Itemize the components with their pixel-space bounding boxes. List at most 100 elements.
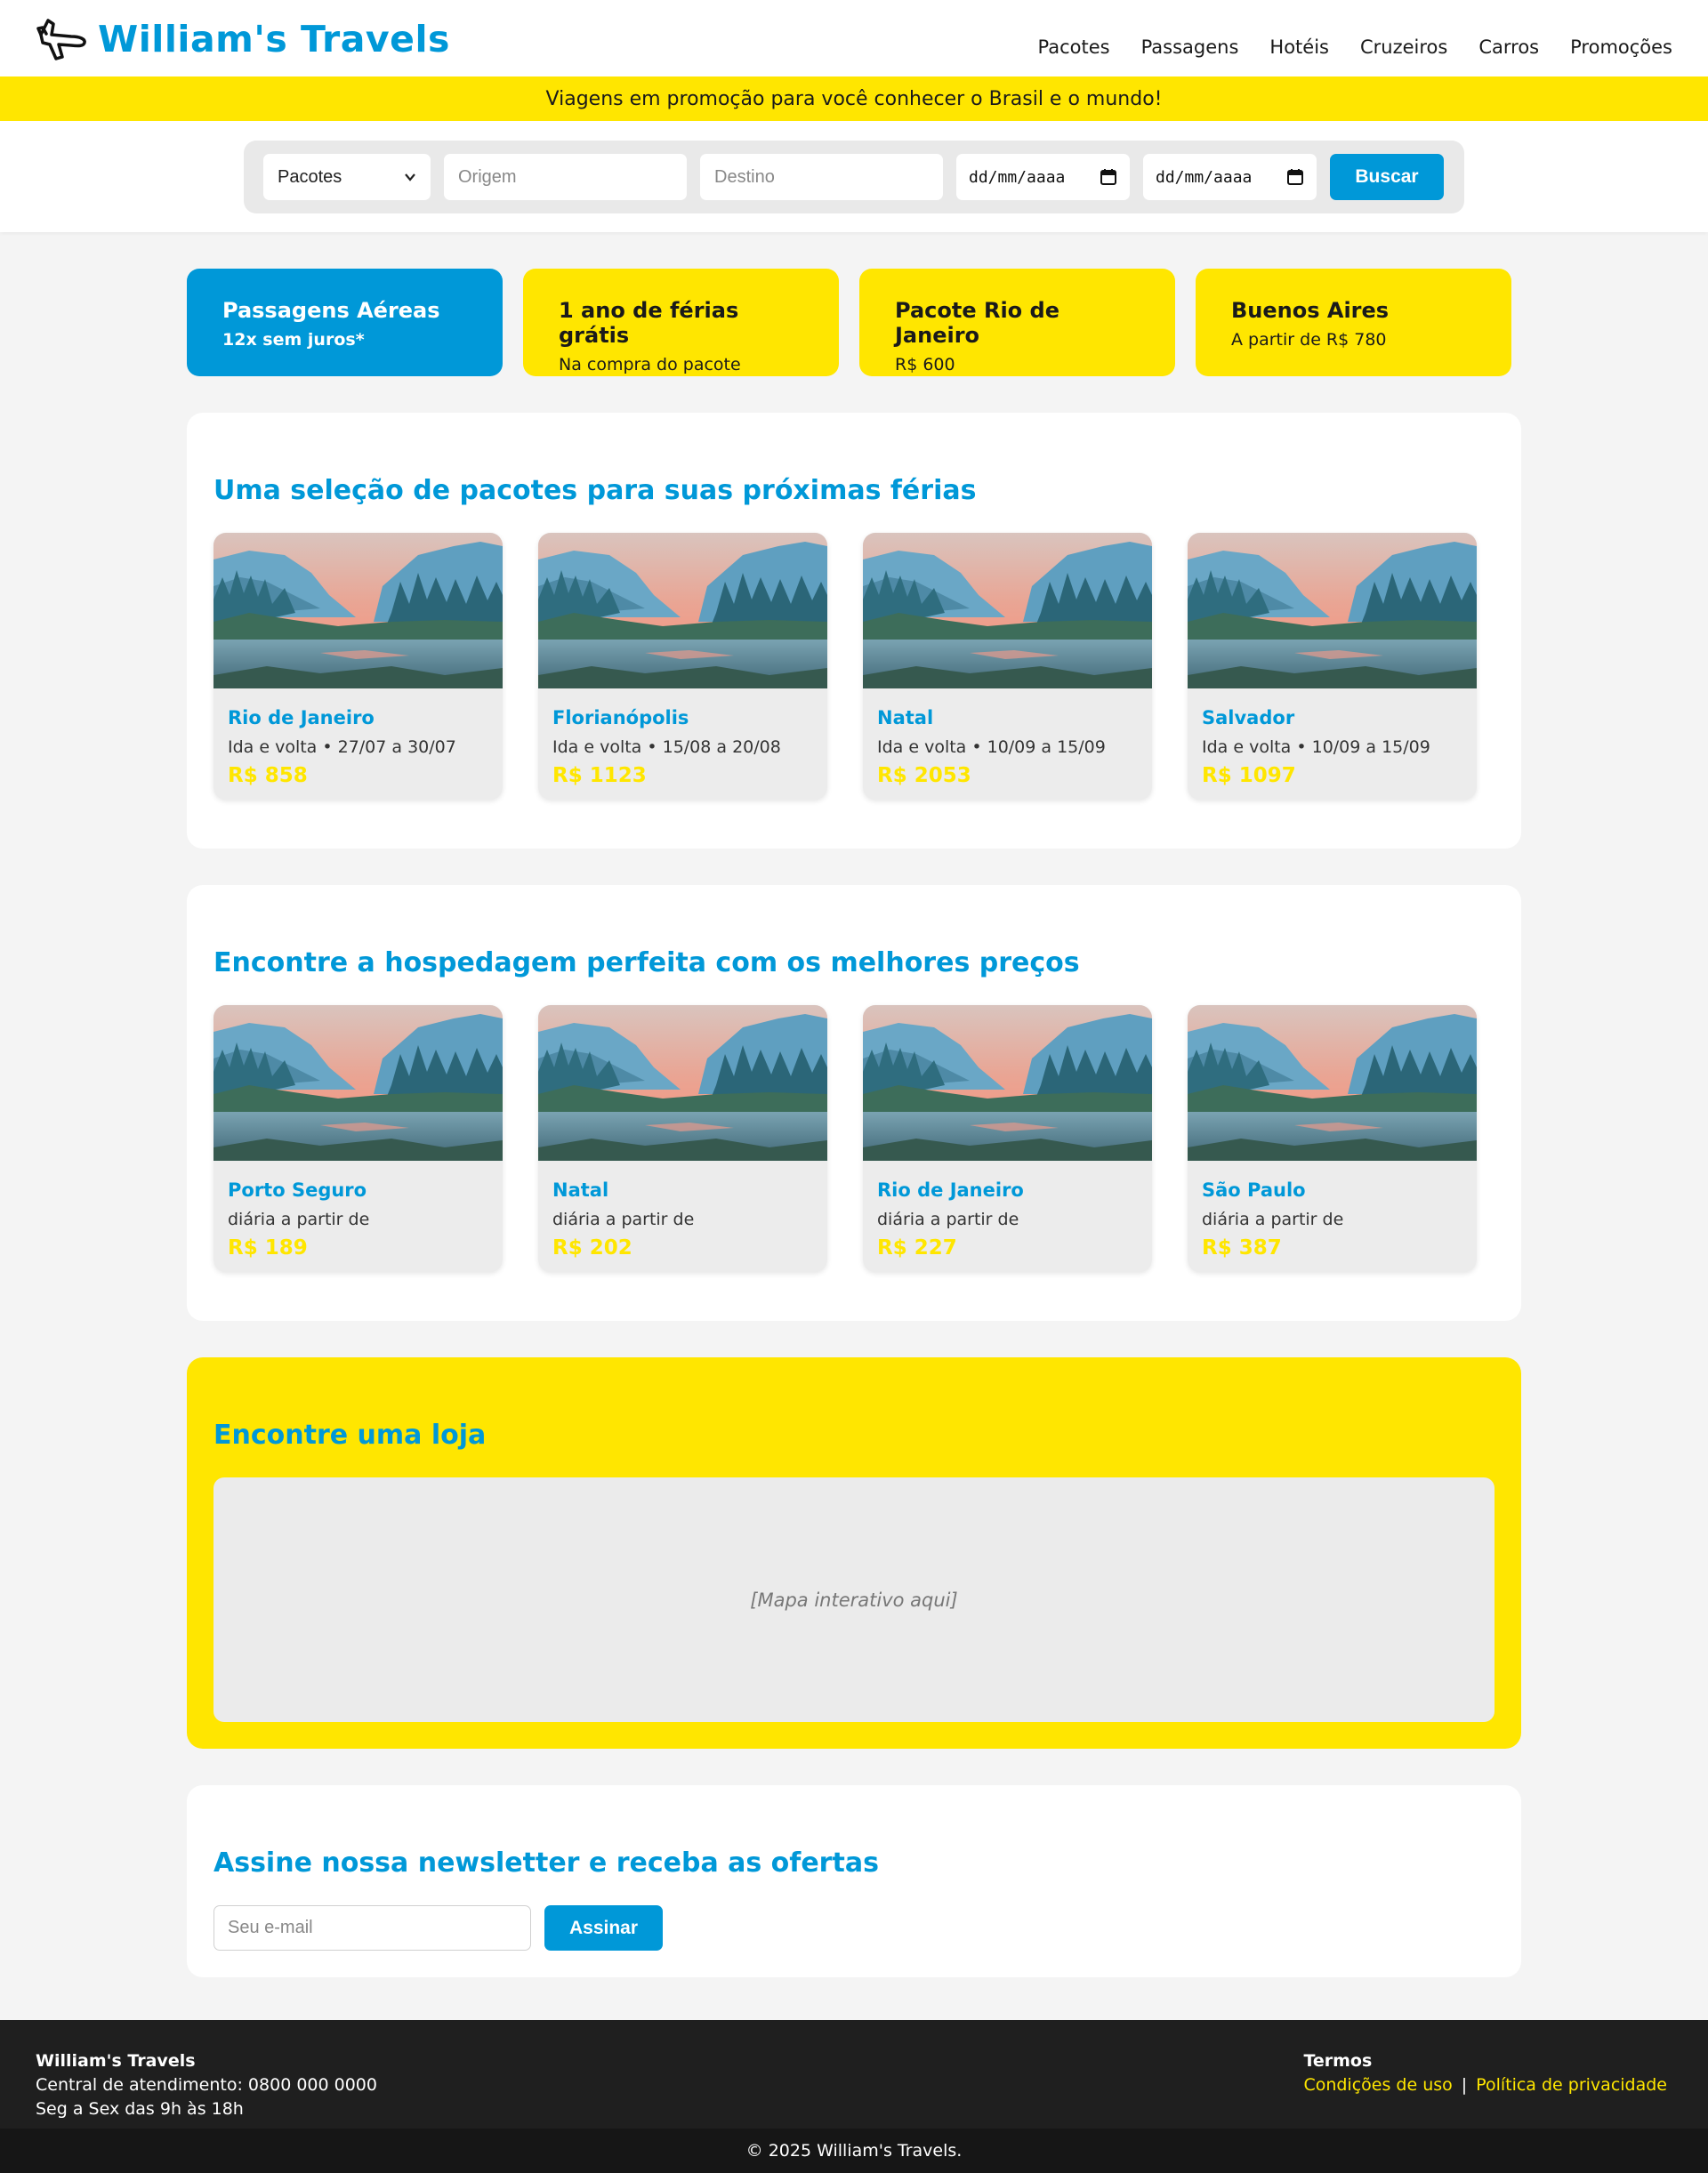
nav-item-carros[interactable]: Carros <box>1478 36 1539 58</box>
trip-type-select[interactable]: Pacotes <box>263 154 431 200</box>
email-placeholder: Seu e-mail <box>228 1918 313 1937</box>
packages-list: Rio de Janeiro Ida e volta • 27/07 a 30/… <box>214 533 1494 800</box>
highlight-card-rio-package[interactable]: Pacote Rio de Janeiro R$ 600 <box>859 269 1175 376</box>
search-form: Pacotes Origem Destino dd/mm/aaaa dd/mm/… <box>244 141 1464 213</box>
landscape-photo <box>863 1005 1152 1161</box>
footer-hours: Seg a Sex das 9h às 18h <box>36 2099 244 2119</box>
footer-terms: Termos Condições de uso | Política de pr… <box>1303 2049 1672 2129</box>
departure-date-placeholder: dd/mm/aaaa <box>969 167 1066 187</box>
package-card[interactable]: Salvador Ida e volta • 10/09 a 15/09 R$ … <box>1188 533 1477 800</box>
nav-item-cruzeiros[interactable]: Cruzeiros <box>1360 36 1447 58</box>
hotel-details: diária a partir de <box>228 1210 370 1229</box>
terms-of-use-link[interactable]: Condições de uso <box>1303 2073 1452 2097</box>
destination-input[interactable]: Destino <box>700 154 943 200</box>
copyright: © 2025 William's Travels. <box>0 2129 1708 2173</box>
landscape-photo <box>1188 1005 1477 1161</box>
highlight-card-free-vacation[interactable]: 1 ano de férias grátis Na compra do paco… <box>523 269 839 376</box>
origin-input[interactable]: Origem <box>444 154 687 200</box>
newsletter-form: Seu e-mail Assinar <box>214 1905 1494 1951</box>
package-card[interactable]: Florianópolis Ida e volta • 15/08 a 20/0… <box>538 533 827 800</box>
privacy-policy-link[interactable]: Política de privacidade <box>1476 2073 1667 2097</box>
package-price: R$ 2053 <box>877 764 971 787</box>
footer-phone: Central de atendimento: 0800 000 0000 <box>36 2075 377 2095</box>
highlight-card-flights[interactable]: Passagens Aéreas 12x sem juros* <box>187 269 503 376</box>
highlight-subtitle: Na compra do pacote <box>559 355 741 374</box>
newsletter-heading: Assine nossa newsletter e receba as ofer… <box>214 1847 879 1879</box>
calendar-icon[interactable] <box>1100 168 1117 186</box>
package-city: Natal <box>877 707 934 728</box>
highlight-card-buenos-aires[interactable]: Buenos Aires A partir de R$ 780 <box>1196 269 1511 376</box>
highlights-row: Passagens Aéreas 12x sem juros* 1 ano de… <box>187 269 1521 376</box>
return-date-input[interactable]: dd/mm/aaaa <box>1143 154 1317 200</box>
hotel-city: Rio de Janeiro <box>877 1179 1024 1201</box>
highlight-title: Passagens Aéreas <box>222 298 440 323</box>
packages-heading: Uma seleção de pacotes para suas próxima… <box>214 475 977 506</box>
footer-brand: William's Travels <box>36 2051 196 2071</box>
package-card[interactable]: Natal Ida e volta • 10/09 a 15/09 R$ 205… <box>863 533 1152 800</box>
main-content: Passagens Aéreas 12x sem juros* 1 ano de… <box>187 232 1521 1977</box>
package-city: Florianópolis <box>552 707 689 728</box>
store-map[interactable]: [Mapa interativo aqui] <box>214 1477 1494 1722</box>
highlight-title: 1 ano de férias grátis <box>559 298 739 348</box>
landscape-photo <box>214 1005 503 1161</box>
site-footer: William's Travels Central de atendimento… <box>0 2020 1708 2173</box>
nav-item-hoteis[interactable]: Hotéis <box>1269 36 1329 58</box>
store-locator-section: Encontre uma loja [Mapa interativo aqui] <box>187 1357 1521 1749</box>
trip-type-value: Pacotes <box>278 166 342 187</box>
hotel-price: R$ 227 <box>877 1236 957 1260</box>
hotel-card[interactable]: Rio de Janeiro diária a partir de R$ 227 <box>863 1005 1152 1272</box>
landscape-photo <box>538 1005 827 1161</box>
package-price: R$ 1123 <box>552 764 647 787</box>
hotel-details: diária a partir de <box>552 1210 695 1229</box>
departure-date-input[interactable]: dd/mm/aaaa <box>956 154 1130 200</box>
landscape-photo <box>863 533 1152 688</box>
airplane-icon <box>36 19 86 60</box>
highlight-subtitle: A partir de R$ 780 <box>1231 330 1387 350</box>
highlight-title: Pacote Rio de Janeiro <box>895 298 1059 348</box>
highlight-subtitle: 12x sem juros* <box>222 330 365 350</box>
newsletter-section: Assine nossa newsletter e receba as ofer… <box>187 1785 1521 1977</box>
package-details: Ida e volta • 15/08 a 20/08 <box>552 737 781 757</box>
footer-terms-title: Termos <box>1303 2051 1373 2071</box>
package-details: Ida e volta • 27/07 a 30/07 <box>228 737 456 757</box>
package-city: Salvador <box>1202 707 1295 728</box>
hotel-price: R$ 189 <box>228 1236 308 1260</box>
newsletter-email-input[interactable]: Seu e-mail <box>214 1905 531 1951</box>
footer-contact: William's Travels Central de atendimento… <box>36 2049 377 2129</box>
package-city: Rio de Janeiro <box>228 707 375 728</box>
highlight-subtitle: R$ 600 <box>895 355 955 374</box>
destination-placeholder: Destino <box>714 166 775 187</box>
package-details: Ida e volta • 10/09 a 15/09 <box>877 737 1106 757</box>
hotels-list: Porto Seguro diária a partir de R$ 189 N… <box>214 1005 1494 1272</box>
landscape-photo <box>1188 533 1477 688</box>
package-details: Ida e volta • 10/09 a 15/09 <box>1202 737 1430 757</box>
package-card[interactable]: Rio de Janeiro Ida e volta • 27/07 a 30/… <box>214 533 503 800</box>
brand-logo-link[interactable]: William's Travels <box>36 15 450 61</box>
link-separator: | <box>1461 2075 1468 2095</box>
main-nav: Pacotes Passagens Hotéis Cruzeiros Carro… <box>1038 19 1673 58</box>
hotel-card[interactable]: Porto Seguro diária a partir de R$ 189 <box>214 1005 503 1272</box>
calendar-icon[interactable] <box>1286 168 1304 186</box>
origin-placeholder: Origem <box>458 166 517 187</box>
hotel-card[interactable]: São Paulo diária a partir de R$ 387 <box>1188 1005 1477 1272</box>
search-button[interactable]: Buscar <box>1330 154 1444 200</box>
return-date-placeholder: dd/mm/aaaa <box>1156 167 1253 187</box>
brand-title: William's Travels <box>98 18 450 60</box>
hotel-city: Porto Seguro <box>228 1179 367 1201</box>
map-placeholder-text: [Mapa interativo aqui] <box>750 1589 958 1611</box>
nav-item-pacotes[interactable]: Pacotes <box>1038 36 1110 58</box>
search-section: Pacotes Origem Destino dd/mm/aaaa dd/mm/… <box>0 121 1708 232</box>
packages-section: Uma seleção de pacotes para suas próxima… <box>187 413 1521 849</box>
nav-item-promocoes[interactable]: Promoções <box>1570 36 1672 58</box>
chevron-down-icon <box>405 173 415 181</box>
landscape-photo <box>214 533 503 688</box>
store-heading: Encontre uma loja <box>214 1420 487 1451</box>
nav-item-passagens[interactable]: Passagens <box>1141 36 1239 58</box>
hotels-section: Encontre a hospedagem perfeita com os me… <box>187 885 1521 1321</box>
site-header: William's Travels Pacotes Passagens Hoté… <box>0 0 1708 76</box>
subscribe-button[interactable]: Assinar <box>544 1905 663 1951</box>
highlight-title: Buenos Aires <box>1231 298 1390 323</box>
hotel-details: diária a partir de <box>877 1210 1019 1229</box>
hotel-city: São Paulo <box>1202 1179 1306 1201</box>
hotel-card[interactable]: Natal diária a partir de R$ 202 <box>538 1005 827 1272</box>
